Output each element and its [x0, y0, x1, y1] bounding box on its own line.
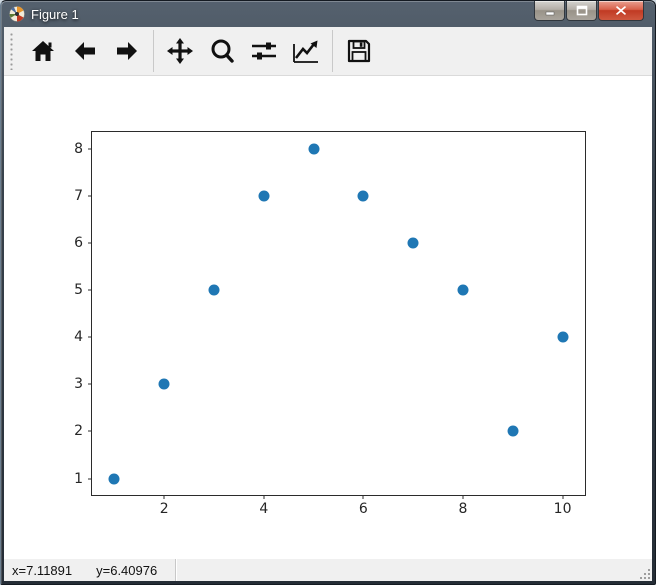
home-icon — [32, 41, 54, 61]
y-tick-label: 8 — [74, 140, 83, 157]
maximize-button[interactable] — [566, 1, 597, 21]
floppy-disk-icon — [347, 39, 371, 63]
x-tick-label: 10 — [553, 501, 572, 517]
maximize-icon — [576, 5, 587, 16]
minimize-button[interactable] — [534, 1, 565, 21]
x-tick-label: 4 — [259, 501, 269, 517]
toolbar-separator — [153, 30, 154, 72]
x-tick-mark — [163, 495, 165, 499]
cursor-coordinates: x=7.11891 y=6.40976 — [4, 559, 176, 581]
x-tick-mark — [362, 495, 364, 499]
line-chart-icon — [293, 40, 318, 63]
window-title: Figure 1 — [31, 6, 79, 22]
x-tick-mark — [562, 495, 564, 499]
client-area: 2 4 6 8 10 1 2 3 4 5 6 7 8 x=7.11891 y=6.40976 — [4, 27, 652, 581]
close-button[interactable] — [598, 1, 644, 21]
toolbar-separator — [332, 30, 333, 72]
y-tick-mark — [88, 430, 92, 432]
x-tick-label: 8 — [458, 501, 468, 517]
resize-grip[interactable] — [637, 566, 650, 579]
scatter-point — [407, 237, 419, 249]
forward-arrow-icon — [117, 42, 137, 60]
cursor-x-value: x=7.11891 — [12, 562, 73, 578]
scatter-point — [308, 143, 320, 154]
pan-arrows-icon — [167, 38, 193, 64]
axes-area[interactable]: 2 4 6 8 10 1 2 3 4 5 6 7 8 — [74, 131, 586, 516]
sliders-icon — [252, 42, 276, 60]
y-tick-mark — [88, 148, 92, 149]
y-tick-mark — [88, 289, 92, 291]
scatter-point — [158, 378, 170, 390]
y-tick-mark — [88, 383, 92, 385]
y-tick-mark — [88, 336, 92, 338]
home-button[interactable] — [22, 30, 64, 72]
back-button[interactable] — [64, 30, 106, 72]
x-tick-mark — [462, 495, 464, 499]
scatter-point — [108, 473, 120, 484]
zoom-button[interactable] — [201, 30, 243, 72]
scatter-point — [357, 190, 369, 202]
y-tick-mark — [88, 242, 92, 244]
y-tick-label: 2 — [74, 423, 83, 440]
configure-subplots-button[interactable] — [243, 30, 285, 72]
y-tick-label: 4 — [74, 329, 83, 346]
forward-button[interactable] — [106, 30, 148, 72]
scatter-point — [557, 331, 569, 343]
scatter-point — [208, 284, 220, 296]
scatter-point — [457, 284, 469, 296]
y-tick-mark — [88, 195, 92, 197]
x-tick-label: 2 — [159, 501, 169, 517]
statusbar: x=7.11891 y=6.40976 — [4, 558, 652, 581]
toolbar-grip-handle[interactable] — [9, 32, 14, 70]
save-button[interactable] — [338, 30, 380, 72]
minimize-icon — [545, 11, 554, 15]
figure-canvas[interactable]: 2 4 6 8 10 1 2 3 4 5 6 7 8 — [4, 76, 652, 558]
x-tick-mark — [263, 495, 265, 499]
scatter-point — [258, 190, 270, 202]
close-icon — [616, 6, 626, 15]
scatter-point — [507, 425, 519, 437]
window-controls — [534, 1, 644, 21]
y-tick-label: 7 — [74, 187, 83, 204]
x-tick-label: 6 — [358, 501, 368, 517]
y-tick-label: 1 — [74, 470, 83, 487]
y-tick-label: 6 — [74, 234, 83, 251]
navigation-toolbar — [4, 27, 652, 76]
back-arrow-icon — [75, 42, 95, 60]
magnifier-icon — [211, 39, 234, 63]
y-tick-label: 3 — [74, 376, 83, 393]
figure-window: Figure 1 2 4 6 8 10 1 2 3 4 5 6 7 8 x=7.… — [0, 0, 656, 585]
matplotlib-logo-icon — [9, 6, 25, 22]
cursor-y-value: y=6.40976 — [96, 562, 158, 578]
pan-button[interactable] — [159, 30, 201, 72]
edit-parameters-button[interactable] — [285, 30, 327, 72]
y-tick-mark — [88, 478, 92, 479]
y-tick-label: 5 — [74, 281, 83, 298]
